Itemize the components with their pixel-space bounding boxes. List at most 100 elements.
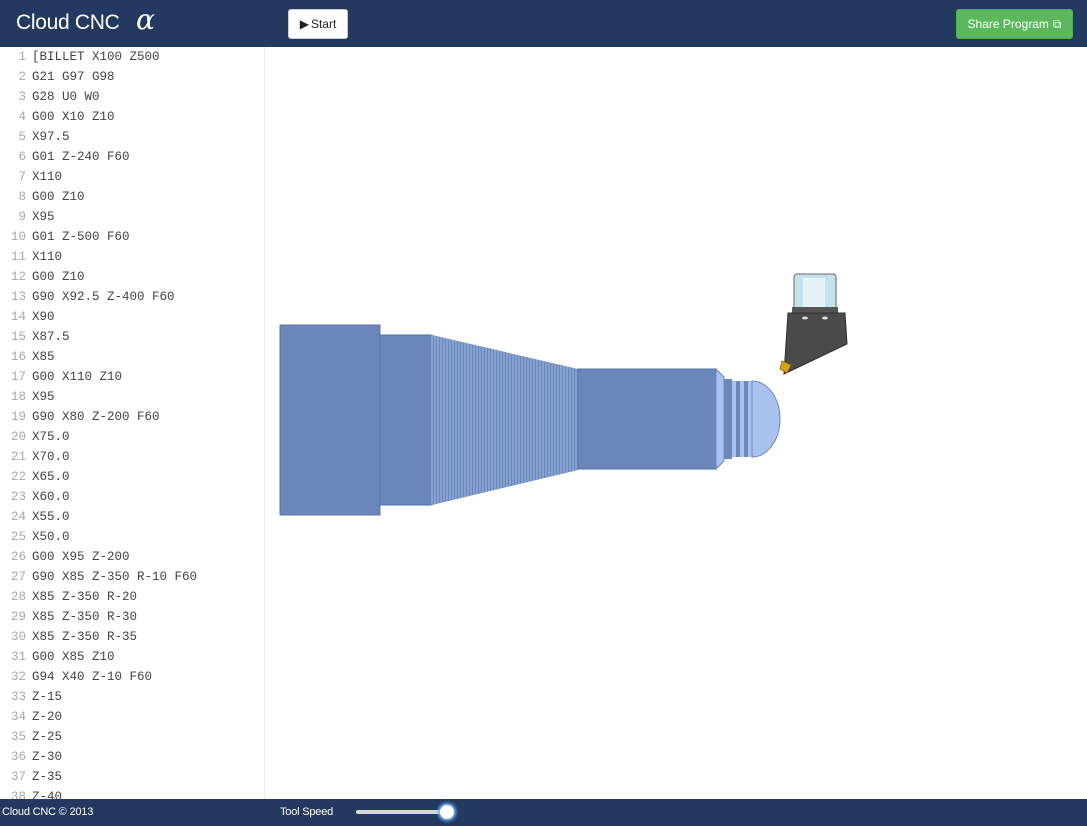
play-icon: ▶ — [299, 17, 309, 31]
code-text[interactable]: G01 Z-500 F60 — [32, 227, 130, 247]
code-text[interactable]: G00 X110 Z10 — [32, 367, 122, 387]
line-number: 14 — [10, 310, 26, 324]
line-number: 34 — [10, 710, 26, 724]
groove-ring-5 — [748, 381, 752, 457]
code-text[interactable]: G21 G97 G98 — [32, 67, 115, 87]
tool-screw-2 — [822, 316, 828, 320]
code-text[interactable]: G00 X95 Z-200 — [32, 547, 130, 567]
line-number: 12 — [10, 270, 26, 284]
tool-holder-body — [783, 312, 848, 375]
code-text[interactable]: Z-35 — [32, 767, 62, 787]
code-text[interactable]: X97.5 — [32, 127, 70, 147]
line-number: 22 — [10, 470, 26, 484]
code-text[interactable]: X110 — [32, 167, 62, 187]
code-text[interactable]: G00 Z10 — [32, 187, 85, 207]
code-text[interactable]: X70.0 — [32, 447, 70, 467]
code-text[interactable]: X87.5 — [32, 327, 70, 347]
tool-speed-label: Tool Speed — [280, 806, 334, 818]
tool-speed-slider[interactable] — [356, 805, 455, 819]
tool-speed-slider-thumb[interactable] — [440, 805, 455, 819]
groove-ring-1 — [732, 381, 736, 457]
line-number: 5 — [18, 130, 26, 144]
neck-section — [724, 379, 732, 459]
line-number: 25 — [10, 530, 26, 544]
code-text[interactable]: X75.0 — [32, 427, 70, 447]
code-text[interactable]: G94 X40 Z-10 F60 — [32, 667, 152, 687]
top-navbar: Cloud CNC α ▶ Start Share Program ⧉ — [0, 0, 1087, 47]
chamfer-ring — [715, 367, 725, 471]
code-text[interactable]: G00 X10 Z10 — [32, 107, 115, 127]
tool-holder-cap-shine — [803, 278, 825, 308]
main-diameter-section — [577, 368, 717, 470]
code-text[interactable]: G90 X92.5 Z-400 F60 — [32, 287, 175, 307]
start-button[interactable]: ▶ Start — [288, 9, 348, 39]
code-text[interactable]: Z-40 — [32, 787, 62, 799]
chuck-section — [279, 324, 381, 516]
line-number: 10 — [10, 230, 26, 244]
line-number: 28 — [10, 590, 26, 604]
code-text[interactable]: X85 — [32, 347, 55, 367]
line-number: 31 — [10, 650, 26, 664]
lathe-simulation-view — [279, 273, 848, 516]
code-text[interactable]: X110 — [32, 247, 62, 267]
line-number: 2 — [18, 70, 26, 84]
rounded-end — [751, 380, 781, 458]
code-text[interactable]: X85 Z-350 R-35 — [32, 627, 137, 647]
code-text[interactable]: Z-20 — [32, 707, 62, 727]
groove-ring-4 — [744, 381, 748, 457]
code-text[interactable]: Z-25 — [32, 727, 62, 747]
code-text[interactable]: X95 — [32, 387, 55, 407]
line-number: 7 — [18, 170, 26, 184]
code-text[interactable]: X85 Z-350 R-30 — [32, 607, 137, 627]
line-number: 8 — [18, 190, 26, 204]
line-number: 11 — [10, 250, 26, 264]
code-text[interactable]: X50.0 — [32, 527, 70, 547]
line-number: 1 — [18, 50, 26, 64]
app-title: Cloud CNC — [16, 11, 120, 34]
code-text[interactable]: G28 U0 W0 — [32, 87, 100, 107]
footer-bar: Cloud CNC © 2013 Tool Speed — [0, 799, 1087, 826]
share-program-label: Share Program — [967, 17, 1049, 31]
alpha-badge: α — [136, 3, 155, 36]
code-text[interactable]: X60.0 — [32, 487, 70, 507]
code-text[interactable]: X55.0 — [32, 507, 70, 527]
code-text[interactable]: G90 X80 Z-200 F60 — [32, 407, 160, 427]
gcode-editor[interactable]: 1 [BILLET X100 Z500 2 G21 G97 G98 3 G28 U0 W0… — [0, 47, 265, 799]
line-number: 27 — [10, 570, 26, 584]
line-number: 18 — [10, 390, 26, 404]
line-number: 35 — [10, 730, 26, 744]
tool-screw-1 — [802, 316, 808, 320]
code-text[interactable]: X85 Z-350 R-20 — [32, 587, 137, 607]
code-text[interactable]: Z-15 — [32, 687, 62, 707]
stock-section — [379, 334, 433, 506]
line-number: 19 — [10, 410, 26, 424]
line-number: 6 — [18, 150, 26, 164]
code-text[interactable]: X65.0 — [32, 467, 70, 487]
line-number: 33 — [10, 690, 26, 704]
line-number: 24 — [10, 510, 26, 524]
line-number: 4 — [18, 110, 26, 124]
code-text[interactable]: Z-30 — [32, 747, 62, 767]
code-text[interactable]: G90 X85 Z-350 R-10 F60 — [32, 567, 197, 587]
line-number: 20 — [10, 430, 26, 444]
line-number: 21 — [10, 450, 26, 464]
workpiece — [279, 324, 781, 516]
code-text[interactable]: X95 — [32, 207, 55, 227]
taper-section — [432, 335, 578, 505]
code-text[interactable]: G01 Z-240 F60 — [32, 147, 130, 167]
tool-holder-collar — [792, 307, 838, 313]
share-program-button[interactable]: Share Program ⧉ — [956, 9, 1073, 39]
start-button-label: Start — [310, 17, 337, 31]
cutting-tool — [779, 273, 848, 375]
share-icon: ⧉ — [1052, 16, 1062, 31]
line-number: 9 — [18, 210, 26, 224]
groove-ring-2 — [736, 381, 740, 457]
code-text[interactable]: G00 Z10 — [32, 267, 85, 287]
line-number: 36 — [10, 750, 26, 764]
code-text[interactable]: [BILLET X100 Z500 — [32, 47, 160, 67]
line-number: 13 — [10, 290, 26, 304]
line-number: 23 — [10, 490, 26, 504]
code-text[interactable]: G00 X85 Z10 — [32, 647, 115, 667]
code-text[interactable]: X90 — [32, 307, 55, 327]
line-number: 37 — [10, 770, 26, 784]
